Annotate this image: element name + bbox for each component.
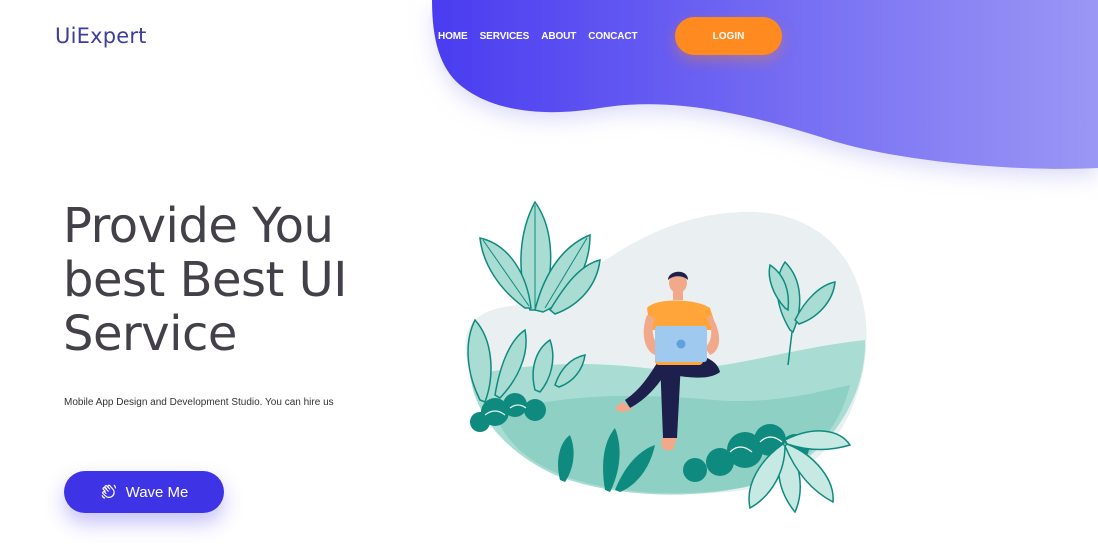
wave-me-label: Wave Me <box>125 483 189 501</box>
hero-title: Provide You best Best UI Service <box>63 198 347 362</box>
nav-item-contact[interactable]: CONCACT <box>588 31 637 42</box>
hero-subtitle: Mobile App Design and Development Studio… <box>64 397 334 408</box>
nav-item-home[interactable]: HOME <box>438 31 468 42</box>
hero-illustration <box>465 200 867 514</box>
wave-me-button[interactable]: Wave Me <box>64 471 224 513</box>
nav-item-services[interactable]: SERVICES <box>480 31 530 42</box>
main-nav: HOME SERVICES ABOUT CONCACT <box>438 31 638 42</box>
brand-logo[interactable]: UiExpert <box>55 24 147 48</box>
login-button[interactable]: LOGIN <box>675 17 782 55</box>
nav-item-about[interactable]: ABOUT <box>541 31 576 42</box>
waving-hand-icon <box>101 484 116 499</box>
